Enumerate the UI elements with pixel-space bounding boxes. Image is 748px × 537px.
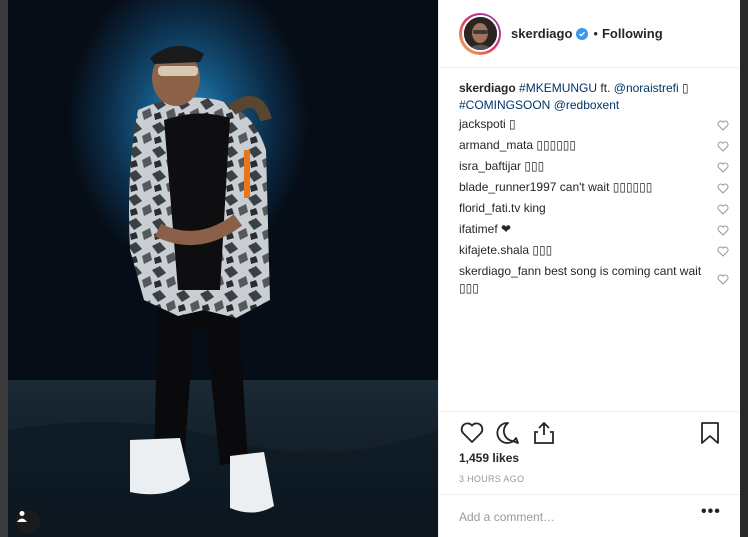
caption-mention[interactable]: @noraistrefi bbox=[614, 81, 679, 95]
comment-item: kifajete.shala ▯▯▯ bbox=[459, 242, 729, 259]
header-username[interactable]: skerdiago bbox=[511, 26, 572, 41]
caption-text: ft. bbox=[600, 81, 611, 95]
user-tag-button[interactable] bbox=[16, 510, 40, 534]
instagram-post-modal: skerdiago • Following skerdiago #MKEMUNG… bbox=[0, 0, 748, 537]
share-icon[interactable] bbox=[531, 420, 557, 446]
comment-item: ifatimef ❤ bbox=[459, 221, 729, 238]
photo-illustration bbox=[8, 45, 438, 537]
comment-input[interactable] bbox=[459, 507, 679, 527]
user-tag-icon bbox=[17, 511, 27, 522]
more-options-button[interactable]: ••• bbox=[701, 503, 721, 521]
comment-item: armand_mata ▯▯▯▯▯▯ bbox=[459, 137, 729, 154]
comment-item: florid_fati.tv king bbox=[459, 200, 729, 217]
caption-hashtag[interactable]: #COMINGSOON bbox=[459, 98, 550, 112]
comment-text: ▯▯▯ bbox=[532, 243, 553, 257]
comment-list: skerdiago #MKEMUNGU ft. @noraistrefi ▯ #… bbox=[459, 80, 729, 297]
heart-icon[interactable] bbox=[717, 120, 729, 131]
comment-username[interactable]: blade_runner1997 bbox=[459, 180, 556, 194]
heart-icon[interactable] bbox=[717, 225, 729, 236]
comment-text: ▯▯▯ bbox=[524, 159, 545, 173]
like-heart-icon[interactable] bbox=[459, 420, 485, 446]
action-bar bbox=[439, 411, 741, 412]
comment-username[interactable]: jackspoti bbox=[459, 117, 506, 131]
comment-item: blade_runner1997 can't wait ▯▯▯▯▯▯ bbox=[459, 179, 729, 196]
caption-hashtag[interactable]: #MKEMUNGU bbox=[519, 81, 597, 95]
comment-text: can't wait ▯▯▯▯▯▯ bbox=[559, 180, 653, 194]
heart-icon[interactable] bbox=[717, 141, 729, 152]
likes-count[interactable]: 1,459 likes bbox=[459, 451, 519, 465]
heart-icon[interactable] bbox=[717, 274, 729, 285]
avatar-illustration bbox=[463, 17, 497, 50]
comment-text: ❤ bbox=[501, 222, 512, 236]
background-strip-right bbox=[740, 0, 748, 537]
post-header: skerdiago • Following bbox=[439, 0, 741, 68]
heart-icon[interactable] bbox=[717, 204, 729, 215]
post-caption: skerdiago #MKEMUNGU ft. @noraistrefi ▯ #… bbox=[459, 80, 729, 114]
post-side-panel: skerdiago • Following skerdiago #MKEMUNG… bbox=[438, 0, 741, 537]
heart-icon[interactable] bbox=[717, 183, 729, 194]
bookmark-icon[interactable] bbox=[697, 420, 723, 446]
comment-username[interactable]: florid_fati.tv bbox=[459, 201, 520, 215]
avatar[interactable] bbox=[459, 12, 501, 55]
comment-item: skerdiago_fann best song is coming cant … bbox=[459, 263, 729, 297]
background-strip-left bbox=[0, 0, 8, 537]
post-timestamp[interactable]: 3 HOURS AGO bbox=[459, 474, 524, 484]
verified-icon bbox=[576, 27, 589, 40]
comment-username[interactable]: armand_mata bbox=[459, 138, 533, 152]
header-separator: • bbox=[593, 26, 598, 41]
comment-composer: ••• bbox=[439, 494, 741, 537]
avatar-image bbox=[461, 15, 499, 52]
post-photo[interactable] bbox=[8, 0, 438, 537]
comment-text: ▯▯▯▯▯▯ bbox=[536, 138, 577, 152]
caption-username[interactable]: skerdiago bbox=[459, 81, 516, 95]
comment-username[interactable]: ifatimef bbox=[459, 222, 498, 236]
comment-username[interactable]: kifajete.shala bbox=[459, 243, 529, 257]
caption-glyph: ▯ bbox=[681, 81, 689, 95]
comment-username[interactable]: skerdiago_fann bbox=[459, 264, 541, 278]
comment-text: ▯ bbox=[509, 117, 516, 131]
caption-mention[interactable]: @redboxent bbox=[554, 98, 620, 112]
heart-icon[interactable] bbox=[717, 162, 729, 173]
comment-item: jackspoti ▯ bbox=[459, 116, 729, 133]
comment-text: king bbox=[523, 201, 546, 215]
comment-username[interactable]: isra_baftijar bbox=[459, 159, 521, 173]
heart-icon[interactable] bbox=[717, 246, 729, 257]
following-button[interactable]: Following bbox=[602, 26, 663, 41]
comment-item: isra_baftijar ▯▯▯ bbox=[459, 158, 729, 175]
comment-icon[interactable] bbox=[495, 420, 521, 446]
